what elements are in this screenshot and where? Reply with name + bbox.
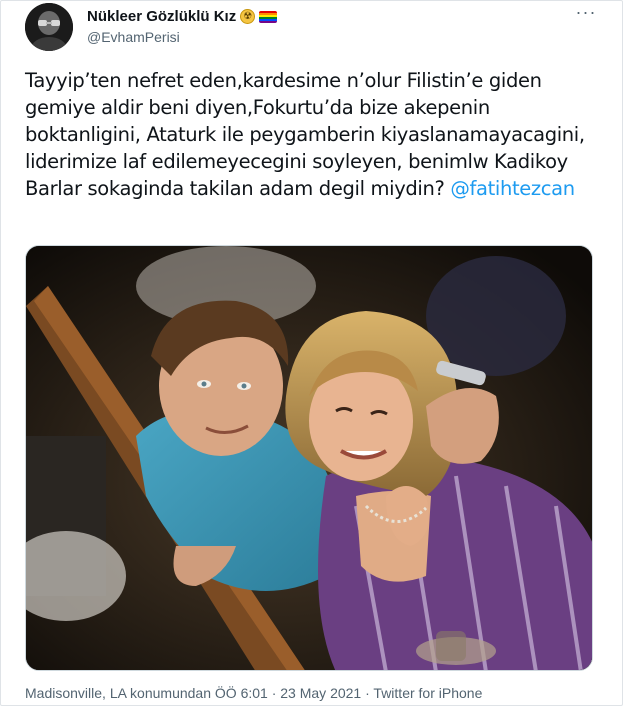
author-names: Nükleer Gözlüklü Kız ☢ @EvhamPerisi: [87, 7, 278, 45]
tweet-location-time[interactable]: Madisonville, LA konumundan ÖÖ 6:01: [25, 685, 268, 701]
footer-separator: ·: [361, 685, 374, 701]
tweet-footer: Madisonville, LA konumundan ÖÖ 6:01 · 23…: [25, 685, 482, 701]
mention-link[interactable]: @fatihtezcan: [450, 177, 575, 200]
tweet-text: Tayyip’ten nefret eden,kardesime n’olur …: [25, 67, 593, 202]
more-options-icon[interactable]: ···: [572, 3, 600, 25]
tweet-source[interactable]: Twitter for iPhone: [373, 685, 482, 701]
author-avatar[interactable]: [25, 3, 73, 51]
footer-separator: ·: [267, 685, 281, 701]
tweet-card: Nükleer Gözlüklü Kız ☢ @EvhamPerisi ··· …: [0, 0, 623, 706]
author-handle[interactable]: @EvhamPerisi: [87, 29, 277, 45]
tweet-photo[interactable]: [25, 245, 593, 671]
tweet-date[interactable]: 23 May 2021: [280, 685, 361, 701]
photo-image: [26, 246, 592, 670]
display-name-row: Nükleer Gözlüklü Kız ☢: [87, 7, 278, 26]
author-display-name[interactable]: Nükleer Gözlüklü Kız: [87, 8, 236, 25]
radioactive-icon: ☢: [240, 9, 256, 24]
tweet-header: Nükleer Gözlüklü Kız ☢ @EvhamPerisi ···: [25, 3, 600, 51]
rainbow-flag-icon: [259, 10, 278, 23]
